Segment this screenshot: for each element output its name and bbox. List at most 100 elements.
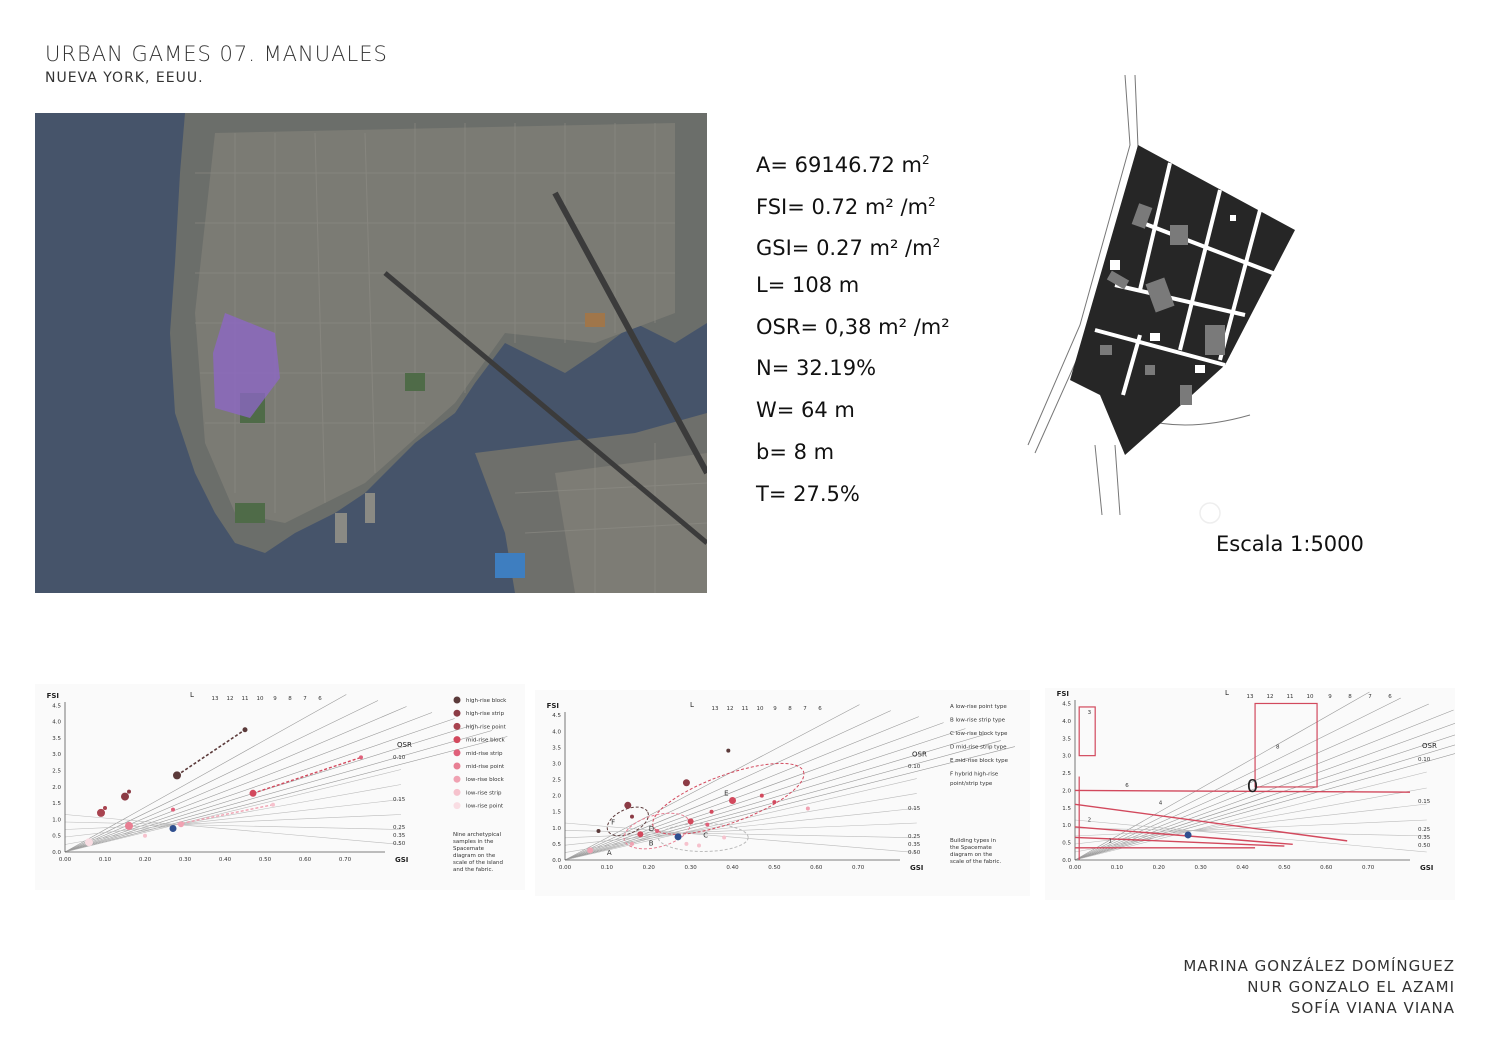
data-point <box>173 771 181 780</box>
x-tick-label: 0.40 <box>726 865 739 871</box>
l-tick-label: 7 <box>303 696 307 702</box>
legend-label: point/strip type <box>950 781 993 787</box>
legend-label: F hybrid high-rise <box>950 772 999 778</box>
cluster-label: E <box>724 790 728 798</box>
legend-swatch <box>453 775 461 783</box>
x-tick-label: 0.00 <box>559 865 572 871</box>
metric-t: T= 27.5% <box>756 481 860 506</box>
x-tick-label: 0.10 <box>601 865 614 871</box>
osr-tick-label: 0.35 <box>1418 835 1431 841</box>
x-tick-label: 0.20 <box>139 857 152 863</box>
data-point <box>655 829 660 834</box>
y-tick-label: 0.5 <box>52 834 61 840</box>
data-point <box>682 779 690 787</box>
osr-tick-label: 0.50 <box>1418 843 1431 849</box>
osr-line <box>1074 787 1427 853</box>
metric-b: b= 8 m <box>756 439 835 464</box>
l-line <box>564 740 1001 861</box>
legend-swatch <box>453 709 461 717</box>
l-tick-label: 8 <box>1348 694 1352 700</box>
l-tick-label: 6 <box>318 696 322 702</box>
y-tick-label: 1.5 <box>1062 806 1071 812</box>
data-point <box>242 727 248 733</box>
l-tick-label: 8 <box>288 696 292 702</box>
legend-swatch <box>453 696 461 704</box>
data-point <box>127 789 131 794</box>
legend-label: low-rise block <box>466 777 505 783</box>
legend-swatch <box>453 802 461 810</box>
osr-axis-label: OSR <box>1422 742 1437 750</box>
l-tick-label: 11 <box>1287 694 1294 700</box>
fsi-axis-label: FSI <box>47 692 59 700</box>
osr-tick-label: 0.10 <box>1418 757 1431 763</box>
y-tick-label: 4.5 <box>52 703 61 709</box>
y-tick-label: 3.5 <box>552 745 561 751</box>
gsi-axis-label: GSI <box>1420 864 1433 872</box>
x-tick-label: 0.50 <box>259 857 272 863</box>
data-point <box>805 806 810 811</box>
osr-tick-label: 0.10 <box>393 755 406 761</box>
legend-swatch <box>453 788 461 796</box>
red-box <box>1254 702 1318 788</box>
legend-label: mid-rise point <box>466 764 505 770</box>
data-point <box>630 814 634 819</box>
l-line <box>64 706 407 853</box>
l-tick-label: 13 <box>212 696 219 702</box>
osr-tick-label: 0.15 <box>908 806 921 812</box>
y-tick-label: 3.0 <box>52 752 61 758</box>
y-tick-label: 3.0 <box>1062 754 1071 760</box>
x-tick-label: 0.30 <box>179 857 192 863</box>
legend-label: low-rise point <box>466 804 504 810</box>
caption-line: diagram on the <box>453 853 496 859</box>
l-line <box>564 704 860 861</box>
data-point <box>759 793 764 798</box>
x-tick-label: 0.30 <box>685 865 698 871</box>
osr-line <box>1074 803 1427 845</box>
caption-line: scale of the island <box>453 860 503 866</box>
l-line <box>1074 691 1370 861</box>
legend-label: D mid-rise strip type <box>950 745 1007 751</box>
site-point <box>169 825 177 833</box>
osr-line <box>1074 827 1427 837</box>
cluster-label: F <box>611 819 615 827</box>
osr-tick-label: 0.25 <box>393 825 406 831</box>
osr-line <box>64 814 402 830</box>
osr-line <box>64 769 402 853</box>
osr-tick-label: 0.15 <box>1418 799 1431 805</box>
l-tick-label: 13 <box>712 706 719 712</box>
fsi-axis-label: FSI <box>547 702 559 710</box>
legend-label: B low-rise strip type <box>950 718 1006 724</box>
data-point <box>596 829 601 834</box>
data-point <box>249 789 257 797</box>
caption-line: and the fabric. <box>453 867 493 873</box>
l-line <box>564 710 891 861</box>
aerial-photo <box>35 113 707 593</box>
data-point <box>97 808 105 817</box>
cluster-label: D <box>649 825 654 833</box>
x-tick-label: 0.40 <box>219 857 232 863</box>
caption-line: scale of the fabric. <box>950 859 1001 865</box>
y-tick-label: 1.5 <box>552 810 561 816</box>
osr-axis-label: OSR <box>912 750 927 758</box>
x-tick-label: 0.50 <box>768 865 781 871</box>
y-tick-label: 2.5 <box>1062 771 1071 777</box>
osr-line <box>64 814 402 845</box>
y-tick-label: 4.0 <box>1062 719 1071 725</box>
l-tick-label: 10 <box>1307 694 1314 700</box>
l-line <box>1074 697 1401 861</box>
data-point <box>709 809 714 814</box>
l-tick-label: 6 <box>818 706 822 712</box>
page-subtitle: NUEVA YORK, EEUU. <box>45 70 204 86</box>
l-line <box>64 736 508 853</box>
caption-line: Nine archetypical <box>453 832 501 838</box>
line-label: 1 <box>1109 839 1113 845</box>
l-axis-label: L <box>190 691 194 699</box>
l-tick-label: 7 <box>1368 694 1372 700</box>
y-tick-label: 4.0 <box>52 720 61 726</box>
y-tick-label: 2.0 <box>1062 788 1071 794</box>
legend-label: high-rise strip <box>466 711 505 717</box>
osr-tick-label: 0.50 <box>908 850 921 856</box>
y-tick-label: 4.0 <box>552 729 561 735</box>
legend-label: high-rise point <box>466 724 507 730</box>
spacemate-chart-building-types: 0.0 0.5 1.0 1.5 2.0 2.5 3.0 3.5 4.0 4.5 0.00 0.10 0.… <box>535 690 1030 896</box>
